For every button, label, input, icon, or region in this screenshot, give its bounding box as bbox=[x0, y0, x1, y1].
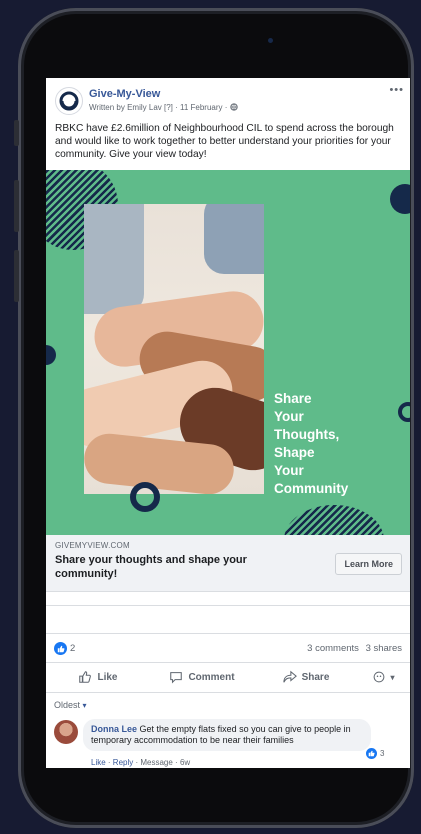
comment-button[interactable]: Comment bbox=[150, 663, 254, 691]
share-arrow-icon bbox=[282, 670, 297, 683]
tagline-line: Your bbox=[274, 409, 304, 424]
comment-actions: Like · Reply · Message · 6w bbox=[91, 758, 191, 767]
sort-label: Oldest bbox=[54, 700, 81, 710]
hatched-circle-decoration bbox=[284, 505, 384, 535]
page-avatar[interactable] bbox=[55, 87, 83, 115]
comment-sort[interactable]: Oldest ▾ bbox=[54, 700, 87, 710]
post-meta-text: Written by Emily Lav [?] · 11 February · bbox=[89, 103, 230, 112]
engagement-counts: 3 comments 3 shares bbox=[307, 643, 402, 654]
comment-like-summary[interactable]: 3 bbox=[366, 748, 384, 759]
share-label: Share bbox=[301, 671, 330, 683]
facebook-post-screen: Give-My-View Written by Emily Lav [?] · … bbox=[46, 78, 410, 768]
link-title[interactable]: Share your thoughts and shape your commu… bbox=[55, 553, 295, 581]
link-preview[interactable]: GIVEMYVIEW.COM Share your thoughts and s… bbox=[46, 535, 410, 592]
hands-photo bbox=[84, 204, 264, 494]
comment-author[interactable]: Donna Lee bbox=[91, 724, 137, 734]
tagline-line: Share bbox=[274, 391, 312, 406]
post-text: RBKC have £2.6million of Neighbourhood C… bbox=[55, 123, 394, 160]
ring-decoration bbox=[130, 482, 160, 512]
comment-reply-link[interactable]: Reply bbox=[113, 758, 133, 767]
globe-icon bbox=[229, 103, 238, 112]
chevron-down-icon: ▾ bbox=[390, 672, 395, 682]
reaction-selector-button[interactable]: ▾ bbox=[358, 663, 410, 691]
comment-age: 6w bbox=[179, 758, 191, 767]
comment-like-count: 3 bbox=[380, 749, 385, 758]
hero-tagline: Share Your Thoughts, Shape Your Communit… bbox=[274, 390, 348, 498]
dot-decoration bbox=[46, 345, 56, 365]
mute-switch bbox=[14, 120, 19, 146]
commenter-avatar[interactable] bbox=[54, 720, 78, 744]
volume-down-button bbox=[14, 250, 19, 302]
shares-count[interactable]: 3 shares bbox=[366, 643, 402, 654]
reaction-count: 2 bbox=[70, 643, 76, 654]
shirt-sleeve-left bbox=[84, 204, 144, 314]
reaction-summary[interactable]: 2 bbox=[54, 642, 75, 655]
comments-count[interactable]: 3 comments bbox=[307, 643, 359, 654]
link-domain: GIVEMYVIEW.COM bbox=[55, 541, 130, 550]
like-reaction-icon bbox=[366, 748, 377, 759]
share-button[interactable]: Share bbox=[254, 663, 358, 691]
divider bbox=[46, 692, 410, 693]
divider bbox=[46, 633, 410, 634]
front-camera bbox=[268, 38, 273, 43]
post-meta: Written by Emily Lav [?] · 11 February · bbox=[89, 103, 238, 112]
tagline-line: Your bbox=[274, 463, 304, 478]
ring-decoration bbox=[398, 402, 410, 422]
tagline-line: Thoughts, bbox=[274, 427, 340, 442]
comment-icon bbox=[170, 672, 183, 684]
like-reaction-icon bbox=[54, 642, 67, 655]
shirt-sleeve-right bbox=[204, 204, 264, 274]
smiley-face-icon bbox=[374, 671, 385, 683]
comment-like-link[interactable]: Like bbox=[91, 758, 106, 767]
learn-more-button[interactable]: Learn More bbox=[335, 553, 402, 575]
dot-decoration bbox=[390, 184, 410, 214]
comment-message-link[interactable]: Message bbox=[140, 758, 172, 767]
like-button[interactable]: Like bbox=[46, 663, 150, 691]
comment-label: Comment bbox=[188, 671, 235, 683]
like-label: Like bbox=[97, 671, 118, 683]
divider bbox=[46, 605, 410, 606]
page-name[interactable]: Give-My-View bbox=[89, 88, 160, 100]
give-my-view-logo-icon bbox=[59, 91, 79, 111]
more-dots-icon[interactable]: ••• bbox=[389, 84, 404, 96]
tagline-line: Community bbox=[274, 481, 349, 496]
thumbs-up-icon bbox=[79, 671, 92, 683]
post-header: Give-My-View Written by Emily Lav [?] · … bbox=[46, 78, 410, 122]
volume-up-button bbox=[14, 180, 19, 232]
comment-bubble: Donna Lee Get the empty flats fixed so y… bbox=[83, 719, 371, 751]
tagline-line: Shape bbox=[274, 445, 315, 460]
chevron-down-icon: ▾ bbox=[82, 701, 87, 710]
post-image[interactable]: Share Your Thoughts, Shape Your Communit… bbox=[46, 170, 410, 535]
post-actions: Like Comment Share ▾ bbox=[46, 663, 410, 691]
